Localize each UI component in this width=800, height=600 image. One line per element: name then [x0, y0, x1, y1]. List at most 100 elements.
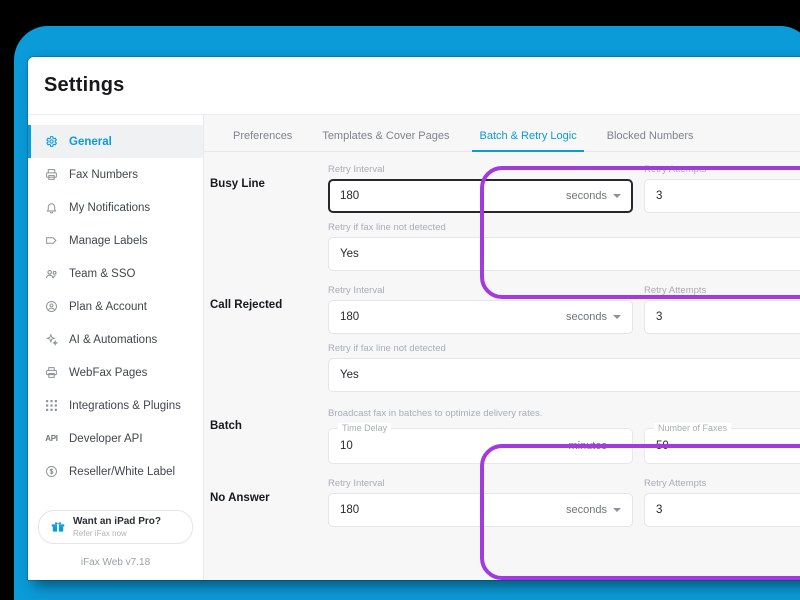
- screenshot-root: Settings General Fax Numbers My Notifica…: [0, 0, 800, 600]
- api-icon: API: [45, 434, 58, 443]
- tab-batch-retry-logic[interactable]: Batch & Retry Logic: [464, 130, 591, 152]
- main-content: Preferences Templates & Cover Pages Batc…: [204, 114, 800, 580]
- section-fields-busy-line: Retry Interval 180 seconds Retry Attempt…: [328, 164, 800, 271]
- field-label-time-delay: Time Delay: [338, 423, 392, 434]
- bell-icon: [44, 200, 59, 215]
- field-label-fax-detect: Retry if fax line not detected: [328, 222, 446, 233]
- sidebar-item-label: Integrations & Plugins: [69, 399, 181, 412]
- sidebar-item-general[interactable]: General: [28, 125, 203, 158]
- busy-line-retry-interval-group: Retry Interval 180 seconds: [328, 164, 633, 213]
- call-rejected-fax-detect-group: Retry if fax line not detected Yes: [328, 343, 800, 392]
- chevron-down-icon: [613, 508, 621, 512]
- dollar-circle-icon: [44, 464, 59, 479]
- call-rejected-retry-attempts-input[interactable]: 3: [644, 300, 800, 334]
- people-icon: [44, 266, 59, 281]
- no-answer-retry-interval-group: Retry Interval 180 seconds: [328, 478, 633, 527]
- section-label-call-rejected: Call Rejected: [210, 299, 283, 311]
- section-fields-no-answer: Retry Interval 180 seconds Retry Attempt…: [328, 478, 800, 527]
- app-window: Settings General Fax Numbers My Notifica…: [28, 57, 800, 580]
- field-value: 180: [340, 311, 360, 323]
- busy-line-fax-detect-select[interactable]: Yes: [328, 237, 800, 271]
- sidebar-item-label: Developer API: [69, 432, 143, 445]
- field-value: 180: [340, 190, 360, 202]
- section-no-answer: No Answer Retry Interval 180 seconds Ret…: [204, 478, 800, 527]
- unit-label: seconds: [566, 504, 607, 516]
- settings-sections: Busy Line Retry Interval 180 seconds Ret…: [204, 152, 800, 580]
- field-value: Yes: [340, 248, 359, 260]
- sidebar-item-ai-automations[interactable]: AI & Automations: [28, 323, 203, 356]
- sidebar-item-label: Fax Numbers: [69, 168, 139, 181]
- field-label-fax-detect: Retry if fax line not detected: [328, 343, 446, 354]
- user-circle-icon: [44, 299, 59, 314]
- batch-number-of-faxes-group: Number of Faxes 50: [644, 419, 800, 464]
- field-label-number-of-faxes: Number of Faxes: [654, 423, 732, 434]
- busy-line-retry-attempts-input[interactable]: 3: [644, 179, 800, 213]
- call-rejected-retry-interval-input[interactable]: 180 seconds: [328, 300, 633, 334]
- field-label-retry-interval: Retry Interval: [328, 164, 385, 175]
- section-busy-line: Busy Line Retry Interval 180 seconds Ret…: [204, 164, 800, 271]
- sidebar-item-reseller-white-label[interactable]: Reseller/White Label: [28, 455, 203, 488]
- app-header: Settings: [28, 57, 800, 114]
- batch-time-delay-input[interactable]: Time Delay 10 minutes: [328, 423, 633, 464]
- sidebar-item-manage-labels[interactable]: Manage Labels: [28, 224, 203, 257]
- call-rejected-retry-attempts-group: Retry Attempts 3: [644, 285, 800, 334]
- section-call-rejected: Call Rejected Retry Interval 180 seconds: [204, 285, 800, 392]
- sidebar-item-label: WebFax Pages: [69, 366, 148, 379]
- field-label-retry-interval: Retry Interval: [328, 478, 385, 489]
- busy-line-retry-interval-unit-select[interactable]: seconds: [566, 190, 621, 202]
- sidebar-item-integrations-plugins[interactable]: Integrations & Plugins: [28, 389, 203, 422]
- sidebar-item-label: Reseller/White Label: [69, 465, 176, 478]
- chevron-down-icon: [613, 444, 621, 448]
- tag-icon: [44, 233, 59, 248]
- no-answer-retry-interval-input[interactable]: 180 seconds: [328, 493, 633, 527]
- call-rejected-retry-interval-unit-select[interactable]: seconds: [566, 311, 621, 323]
- no-answer-retry-attempts-group: Retry Attempts 3: [644, 478, 800, 527]
- field-value: 50: [656, 440, 669, 452]
- referral-promo-title: Want an iPad Pro?: [73, 516, 161, 528]
- sidebar-item-plan-account[interactable]: Plan & Account: [28, 290, 203, 323]
- sidebar-item-label: Team & SSO: [69, 267, 136, 280]
- field-label-retry-attempts: Retry Attempts: [644, 478, 707, 489]
- section-label-batch: Batch: [210, 420, 242, 432]
- busy-line-retry-interval-input[interactable]: 180 seconds: [328, 179, 633, 213]
- section-label-busy-line: Busy Line: [210, 178, 265, 190]
- batch-time-delay-group: Time Delay 10 minutes: [328, 419, 633, 464]
- sidebar-item-fax-numbers[interactable]: Fax Numbers: [28, 158, 203, 191]
- call-rejected-fax-detect-select[interactable]: Yes: [328, 358, 800, 392]
- unit-label: seconds: [566, 311, 607, 323]
- field-value: 180: [340, 504, 360, 516]
- sidebar-footer: Want an iPad Pro? Refer iFax now iFax We…: [28, 510, 203, 580]
- sidebar-item-label: My Notifications: [69, 201, 151, 214]
- sidebar-nav-list: General Fax Numbers My Notifications Man…: [28, 115, 203, 488]
- sidebar-item-developer-api[interactable]: API Developer API: [28, 422, 203, 455]
- gear-icon: [44, 134, 59, 149]
- sparkle-icon: [44, 332, 59, 347]
- sidebar-item-my-notifications[interactable]: My Notifications: [28, 191, 203, 224]
- chevron-down-icon: [613, 194, 621, 198]
- sidebar: General Fax Numbers My Notifications Man…: [28, 114, 204, 580]
- sidebar-item-team-sso[interactable]: Team & SSO: [28, 257, 203, 290]
- tab-templates-cover-pages[interactable]: Templates & Cover Pages: [307, 130, 464, 151]
- no-answer-retry-interval-unit-select[interactable]: seconds: [566, 504, 621, 516]
- app-version-label: iFax Web v7.18: [80, 557, 151, 568]
- tab-preferences[interactable]: Preferences: [218, 130, 307, 151]
- field-label-retry-attempts: Retry Attempts: [644, 285, 707, 296]
- referral-promo-card[interactable]: Want an iPad Pro? Refer iFax now: [38, 510, 193, 544]
- sidebar-item-label: General: [69, 135, 112, 148]
- batch-helper-text: Broadcast fax in batches to optimize del…: [328, 408, 543, 419]
- section-label-no-answer: No Answer: [210, 492, 270, 504]
- sidebar-item-label: Manage Labels: [69, 234, 148, 247]
- field-value: Yes: [340, 369, 359, 381]
- chevron-down-icon: [613, 315, 621, 319]
- tab-blocked-numbers[interactable]: Blocked Numbers: [592, 130, 709, 151]
- sidebar-item-webfax-pages[interactable]: WebFax Pages: [28, 356, 203, 389]
- batch-number-of-faxes-input[interactable]: Number of Faxes 50: [644, 423, 800, 464]
- printer-icon: [44, 365, 59, 380]
- field-value: 3: [656, 311, 663, 323]
- referral-promo-text: Want an iPad Pro? Refer iFax now: [73, 516, 161, 538]
- batch-time-delay-unit-select[interactable]: minutes: [568, 440, 621, 452]
- no-answer-retry-attempts-input[interactable]: 3: [644, 493, 800, 527]
- referral-promo-subtitle: Refer iFax now: [73, 528, 127, 538]
- sidebar-item-label: AI & Automations: [69, 333, 158, 346]
- section-fields-batch: Broadcast fax in batches to optimize del…: [328, 406, 800, 464]
